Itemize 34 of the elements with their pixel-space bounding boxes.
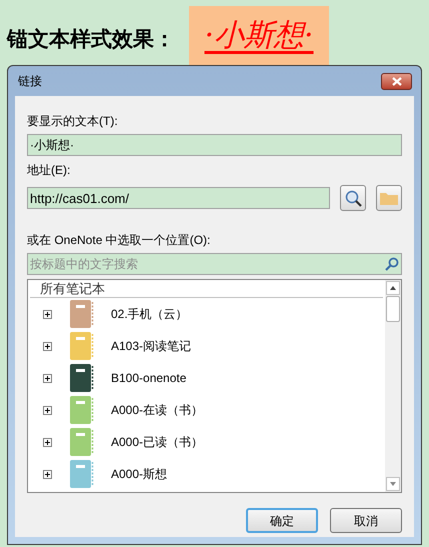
field-label: 要显示的文本(T): bbox=[27, 113, 119, 130]
scroll-down-icon[interactable] bbox=[386, 477, 400, 491]
ok-button[interactable]: 确定 bbox=[246, 508, 318, 533]
expand-icon[interactable] bbox=[42, 406, 52, 414]
close-icon bbox=[392, 76, 402, 86]
expand-icon[interactable] bbox=[42, 310, 52, 318]
close-button[interactable] bbox=[381, 72, 412, 90]
expand-icon[interactable] bbox=[42, 470, 52, 478]
cancel-button[interactable]: 取消 bbox=[330, 508, 402, 533]
field-label: 地址(E): bbox=[27, 162, 72, 179]
notebook-item[interactable]: A000-已读（书） bbox=[111, 433, 204, 451]
search-placeholder: 按标题中的文字搜索 bbox=[30, 256, 138, 273]
expand-icon[interactable] bbox=[42, 342, 52, 350]
window-title: 链接 bbox=[18, 73, 42, 90]
heading: 锚文本样式效果： bbox=[7, 26, 175, 53]
tree-root[interactable]: 所有笔记本 bbox=[30, 278, 105, 298]
browse-file-button[interactable] bbox=[376, 185, 402, 211]
display-text-field[interactable]: ·小斯想· bbox=[27, 134, 402, 156]
section-label: 或在 OneNote 中选取一个位置(O): bbox=[27, 232, 212, 249]
folder-icon bbox=[380, 191, 398, 205]
notebook-item[interactable]: A103-阅读笔记 bbox=[111, 337, 192, 355]
search-icon bbox=[385, 257, 399, 271]
scroll-thumb[interactable] bbox=[386, 296, 400, 322]
address-field[interactable]: http://cas01.com/ bbox=[27, 187, 330, 209]
scrollbar[interactable] bbox=[385, 280, 401, 492]
browse-web-button[interactable] bbox=[340, 185, 366, 211]
expand-icon[interactable] bbox=[42, 438, 52, 446]
styled-link-text: ·小斯想· bbox=[189, 6, 329, 65]
scroll-up-icon[interactable] bbox=[386, 281, 400, 295]
notebook-item[interactable]: B100-onenote bbox=[111, 369, 186, 387]
notebook-item[interactable]: A000-在读（书） bbox=[111, 401, 204, 419]
notebook-item[interactable]: A000-斯想 bbox=[111, 465, 168, 483]
expand-icon[interactable] bbox=[42, 374, 52, 382]
notebook-item[interactable]: 02.手机（云） bbox=[111, 305, 188, 323]
